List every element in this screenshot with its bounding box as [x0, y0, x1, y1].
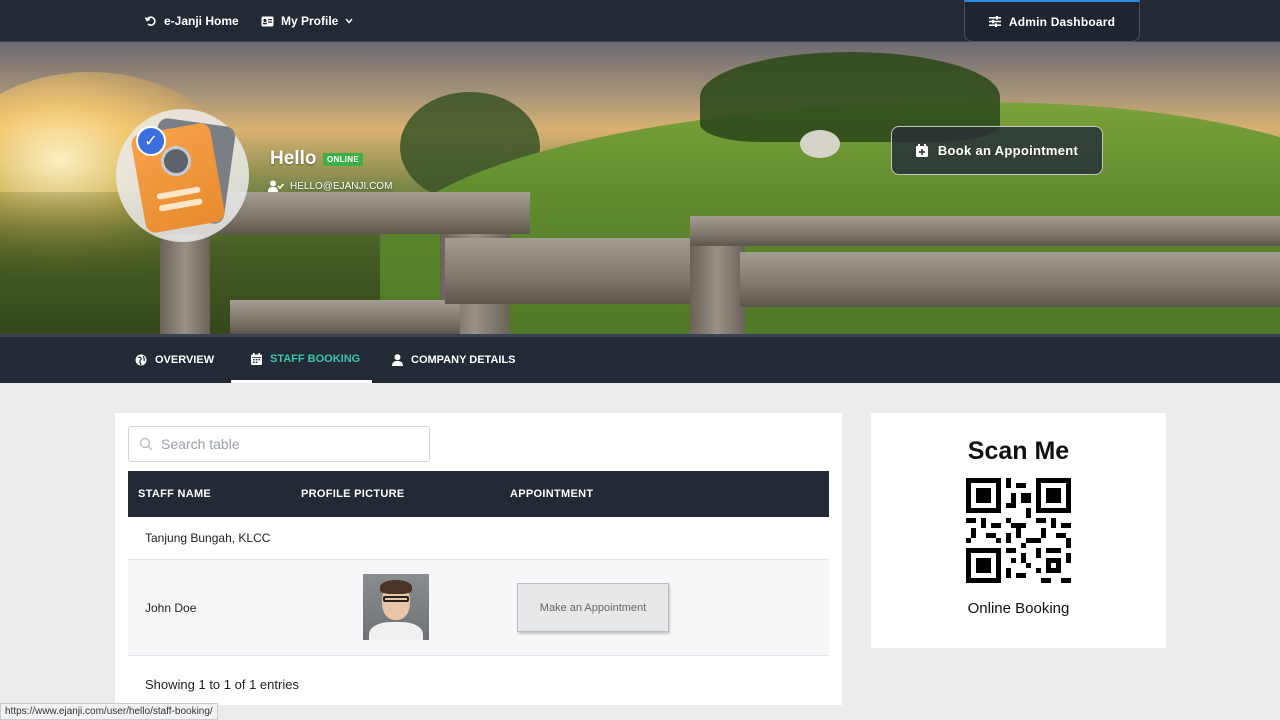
admin-dashboard-button[interactable]: Admin Dashboard: [964, 0, 1140, 42]
globe-icon: [135, 354, 147, 366]
online-status-badge: ONLINE: [323, 153, 364, 166]
qr-title: Scan Me: [967, 437, 1070, 465]
qr-card: Scan Me Online Booking: [871, 413, 1166, 648]
column-header-appointment[interactable]: APPOINTMENT: [510, 471, 593, 517]
fence-rail: [740, 252, 1280, 307]
profile-email: HELLO@EJANJI.COM: [268, 180, 392, 192]
table-row: John Doe Make an Appointment: [128, 560, 829, 656]
staff-name-cell: John Doe: [145, 601, 197, 615]
verified-check-icon: ✓: [136, 126, 166, 156]
fence-rail: [690, 216, 1280, 246]
home-link-label: e-Janji Home: [164, 14, 239, 28]
make-appointment-button[interactable]: Make an Appointment: [517, 583, 669, 632]
undo-icon: [145, 16, 156, 26]
tab-staff-booking[interactable]: STAFF BOOKING: [231, 337, 372, 383]
table-group-row: Tanjung Bungah, KLCC: [128, 517, 829, 560]
column-header-staff-name[interactable]: STAFF NAME: [138, 471, 211, 517]
profile-email-text: HELLO@EJANJI.COM: [290, 180, 393, 192]
tab-company-details[interactable]: COMPANY DETAILS: [392, 337, 516, 383]
tab-staff-booking-label: STAFF BOOKING: [270, 352, 361, 365]
profile-greeting: Hello: [270, 148, 317, 169]
calendar-plus-icon: [915, 144, 928, 157]
book-appointment-button[interactable]: Book an Appointment: [891, 126, 1103, 175]
search-table-input[interactable]: [161, 436, 411, 452]
id-card-icon: [261, 16, 274, 26]
tab-overview-label: OVERVIEW: [155, 354, 215, 366]
book-appointment-label: Book an Appointment: [937, 143, 1079, 158]
qr-caption: Online Booking: [967, 600, 1070, 617]
top-navbar: e-Janji Home My Profile Admin Dashboard: [0, 0, 1280, 42]
user-check-icon: [268, 180, 284, 192]
calendar-icon: [251, 352, 262, 365]
my-profile-label: My Profile: [281, 14, 339, 28]
table-entries-info: Showing 1 to 1 of 1 entries: [145, 677, 299, 692]
home-link[interactable]: e-Janji Home: [145, 0, 239, 42]
qr-code[interactable]: [966, 478, 1071, 583]
card-line: [158, 198, 203, 212]
staff-booking-panel: STAFF NAME PROFILE PICTURE APPOINTMENT T…: [115, 413, 842, 705]
my-profile-dropdown[interactable]: My Profile: [261, 0, 353, 42]
chevron-down-icon: [345, 18, 353, 24]
search-table-box: [128, 426, 430, 462]
fence-rail: [445, 238, 695, 304]
admin-dashboard-label: Admin Dashboard: [1008, 14, 1116, 29]
column-header-profile-picture[interactable]: PROFILE PICTURE: [301, 471, 405, 517]
table-header: STAFF NAME PROFILE PICTURE APPOINTMENT: [128, 471, 829, 517]
status-bar-url: https://www.ejanji.com/user/hello/staff-…: [0, 703, 218, 720]
person-icon: [158, 143, 194, 179]
card-line: [156, 186, 201, 200]
fence-rail: [230, 300, 460, 334]
search-icon: [139, 437, 153, 451]
sliders-icon: [988, 16, 1001, 27]
tab-company-details-label: COMPANY DETAILS: [411, 354, 516, 366]
user-icon: [392, 354, 403, 366]
staff-profile-picture: [363, 574, 429, 640]
profile-tabs: OVERVIEW STAFF BOOKING COMPANY DETAILS: [0, 334, 1280, 383]
banner-sheep: [800, 130, 840, 158]
tab-overview[interactable]: OVERVIEW: [135, 337, 214, 383]
